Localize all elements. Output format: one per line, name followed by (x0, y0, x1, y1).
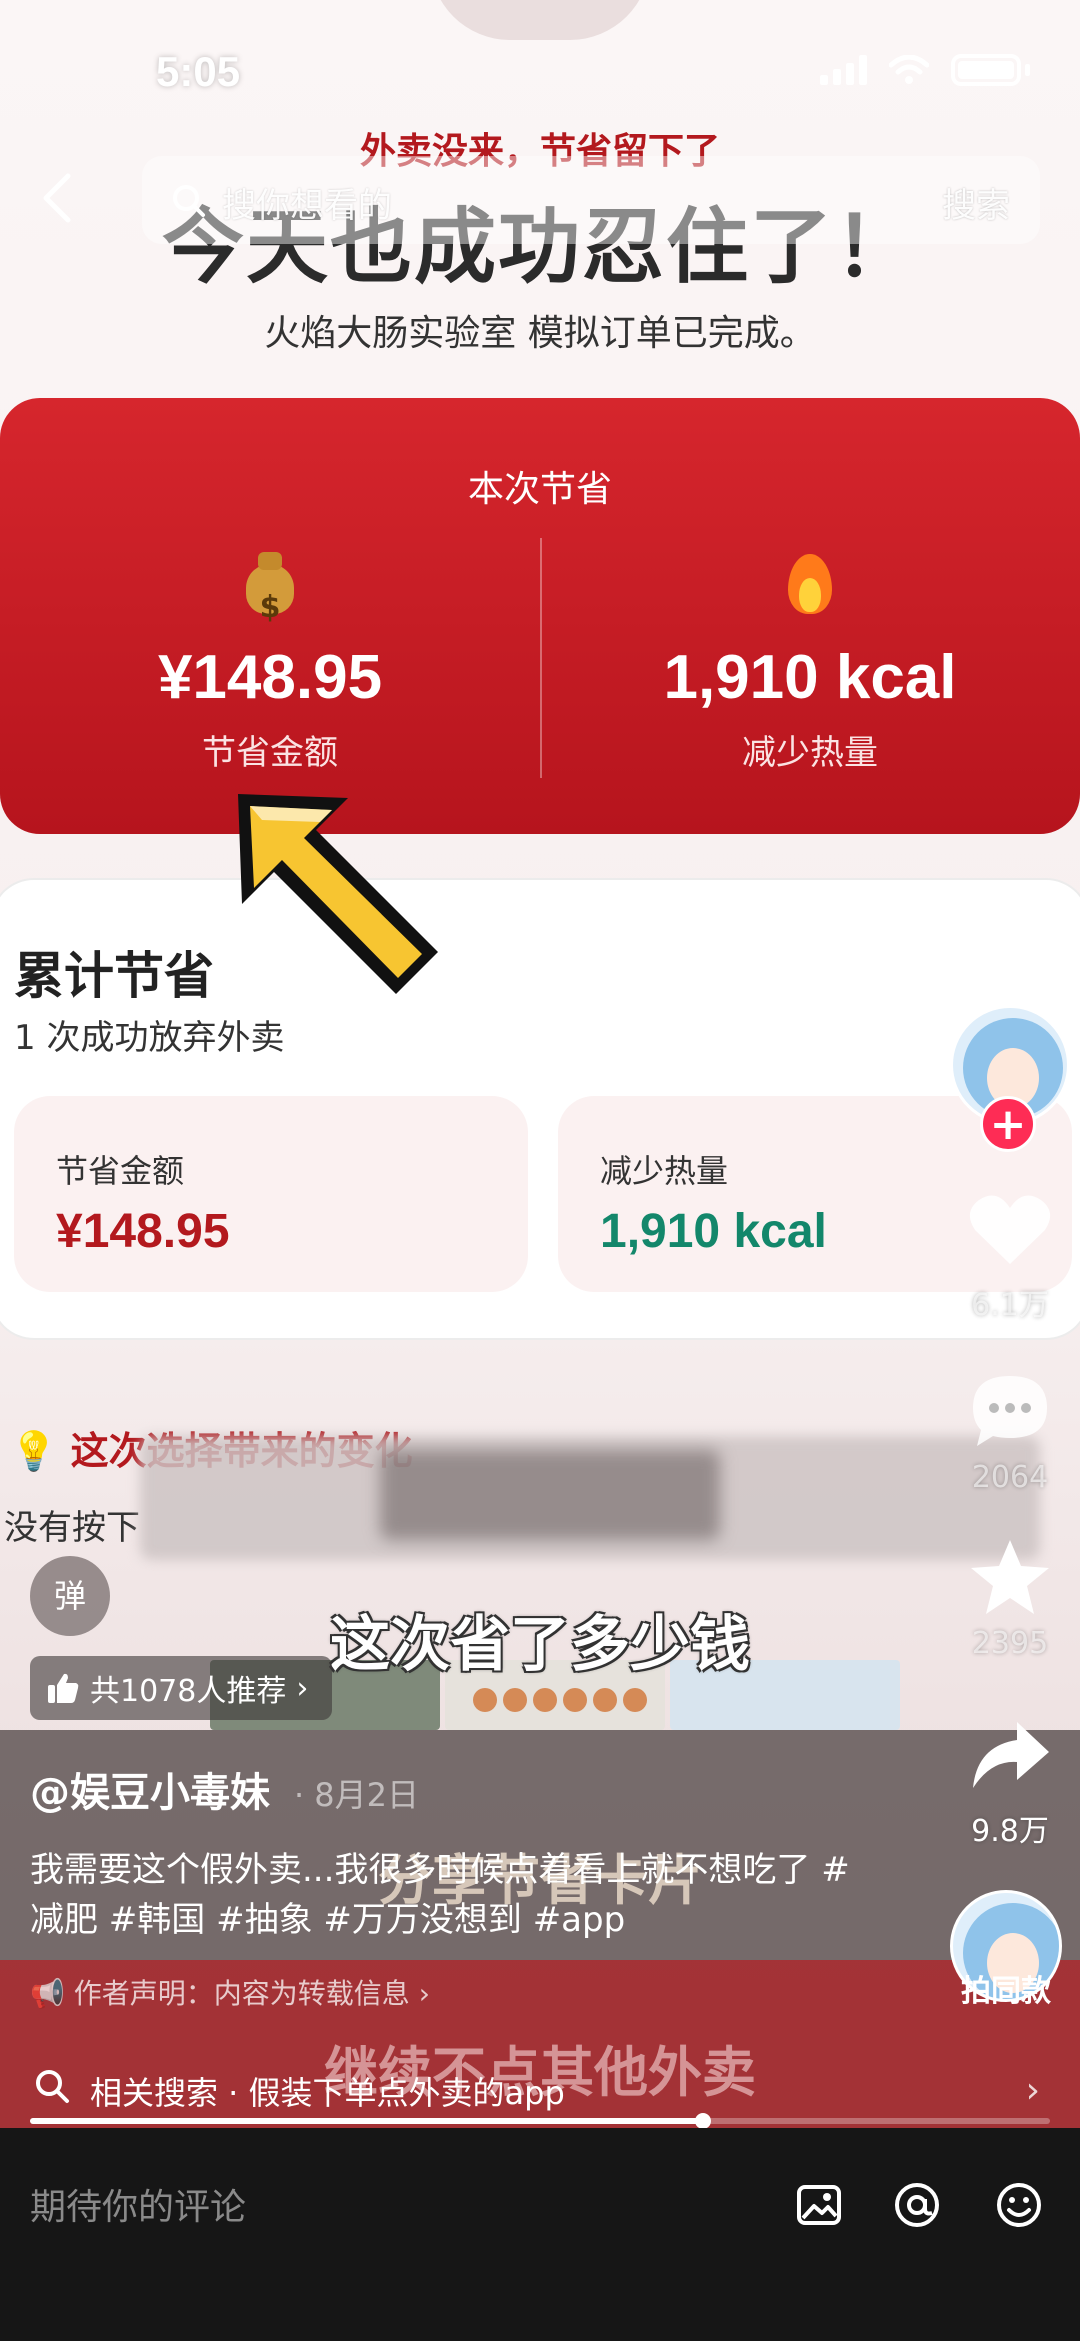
money-saved-stat: ¥148.95 节省金额 (0, 548, 540, 774)
chevron-right-icon: › (296, 1670, 309, 1706)
status-time: 5:05 (156, 48, 241, 95)
lightbulb-icon: 💡 (10, 1429, 58, 1473)
same-style-label[interactable]: 拍同款 (940, 1966, 1072, 2010)
follow-button[interactable]: + (980, 1096, 1036, 1152)
like-count: 6.1万 (971, 1288, 1049, 1323)
cumulative-money-label: 节省金额 (56, 1152, 185, 1190)
cumulative-savings-card: 累计节省 1 次成功放弃外卖 节省金额 ¥148.95 减少热量 1,910 k… (0, 878, 1080, 1340)
search-icon (173, 185, 205, 217)
chevron-right-icon: › (1025, 2070, 1040, 2111)
emoji-icon[interactable] (994, 2180, 1044, 2230)
search-input[interactable]: 搜你想看的 (222, 178, 392, 227)
cellular-signal-icon (820, 55, 867, 85)
cumulative-money-card: 节省金额 ¥148.95 (14, 1096, 528, 1292)
current-savings-card: 本次节省 ¥148.95 节省金额 1,910 kcal 减少热量 (0, 398, 1080, 834)
search-icon (36, 2070, 69, 2103)
recommend-pill[interactable]: 共1078人推荐 › (30, 1656, 333, 1720)
like-button[interactable]: 6.1万 (960, 1190, 1060, 1324)
comment-icon (973, 1376, 1047, 1446)
video-description[interactable]: 我需要这个假外卖...我很多时候点着看上就不想吃了 #减肥 #韩国 #抽象 #万… (30, 1845, 850, 1945)
money-bag-icon (242, 548, 298, 648)
author-name[interactable]: @娱豆小毒妹 (30, 1770, 270, 1816)
related-search-bar[interactable]: 相关搜索 · 假装下单点外卖的app › (0, 2050, 1080, 2128)
author-disclaimer[interactable]: 📢 作者声明：内容为转载信息 › (30, 1972, 430, 2012)
calories-reduced-stat: 1,910 kcal 减少热量 (540, 548, 1080, 774)
megaphone-icon: 📢 (30, 1977, 65, 2010)
image-icon[interactable] (794, 2180, 844, 2230)
share-icon (973, 1722, 1049, 1788)
disclaimer-text: 作者声明：内容为转载信息 (73, 1977, 410, 2010)
calories-reduced-value: 1,910 kcal (663, 643, 957, 712)
current-savings-title: 本次节省 (467, 469, 612, 510)
top-decoration (430, 0, 650, 40)
fire-icon (785, 548, 835, 614)
chevron-right-icon: › (418, 1977, 430, 2010)
cumulative-calorie-value: 1,910 kcal (600, 1205, 827, 1258)
money-saved-label: 节省金额 (202, 733, 338, 773)
wifi-icon (889, 55, 929, 84)
pointer-arrow-icon (238, 794, 438, 994)
video-progress-bar[interactable] (30, 2113, 1050, 2129)
favorite-count: 2395 (971, 1626, 1049, 1661)
author-line: @娱豆小毒妹 · 8月2日 (30, 1760, 419, 1818)
comment-count: 2064 (971, 1460, 1049, 1495)
status-icons (820, 54, 1030, 86)
battery-icon (951, 54, 1021, 86)
cumulative-calorie-label: 减少热量 (600, 1152, 729, 1190)
comment-bar: 期待你的评论 (0, 2128, 1080, 2341)
search-bar[interactable]: 搜你想看的 搜索 (142, 156, 1040, 244)
search-button[interactable]: 搜索 (942, 178, 1010, 227)
comment-input[interactable]: 期待你的评论 (30, 2178, 246, 2230)
money-saved-value: ¥148.95 (157, 643, 383, 712)
back-button[interactable] (38, 172, 78, 224)
share-count: 9.8万 (971, 1814, 1049, 1849)
post-date: · 8月2日 (293, 1776, 420, 1814)
cumulative-subtitle: 1 次成功放弃外卖 (14, 1018, 285, 1058)
banner-note: 火焰大肠实验室 模拟订单已完成。 (264, 313, 816, 354)
progress-fill (30, 2118, 704, 2124)
comment-button[interactable]: 2064 (960, 1370, 1060, 1495)
recommend-count: 共1078人推荐 (90, 1674, 287, 1709)
share-button[interactable]: 9.8万 (960, 1716, 1060, 1850)
cumulative-title: 累计节省 (14, 947, 214, 1005)
battery-cap (1025, 64, 1030, 76)
star-icon (971, 1540, 1049, 1614)
favorite-button[interactable]: 2395 (960, 1536, 1060, 1661)
mention-icon[interactable] (892, 2180, 942, 2230)
thumbs-up-icon (48, 1673, 79, 1703)
blurred-overlay-dark (380, 1450, 720, 1540)
heart-icon (969, 1195, 1051, 1264)
tip-text: 没有按下 (4, 1508, 140, 1548)
cumulative-money-value: ¥148.95 (56, 1205, 230, 1258)
related-search-text: 相关搜索 · 假装下单点外卖的app (90, 2074, 565, 2112)
video-page: 外卖没来，节省留下了 今天也成功忍住了！ 火焰大肠实验室 模拟订单已完成。 5:… (0, 0, 1080, 2341)
calories-reduced-label: 减少热量 (742, 733, 878, 773)
